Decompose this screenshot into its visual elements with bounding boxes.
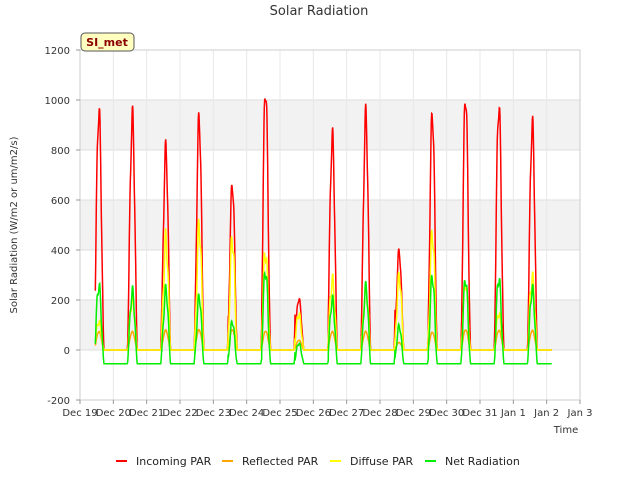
legend-label: Diffuse PAR xyxy=(350,455,414,468)
x-tick-label: Dec 23 xyxy=(196,408,231,419)
y-tick-label: 600 xyxy=(51,196,70,207)
site-label: SI_met xyxy=(86,36,128,49)
x-tick-label: Dec 20 xyxy=(96,408,131,419)
x-tick-label: Dec 25 xyxy=(262,408,297,419)
x-tick-label: Dec 30 xyxy=(429,408,464,419)
x-tick-label: Jan 1 xyxy=(500,408,526,419)
y-tick-label: -200 xyxy=(47,396,70,407)
legend: Incoming PAR Reflected PAR Diffuse PAR Net … xyxy=(116,455,520,468)
x-tick-label: Dec 29 xyxy=(396,408,431,419)
x-tick-label: Jan 3 xyxy=(567,408,593,419)
y-axis-title: Solar Radiation (W/m2 or um/m2/s) xyxy=(9,136,20,313)
x-axis-title: Time xyxy=(553,425,578,436)
y-tick-label: 800 xyxy=(51,146,70,157)
x-tick-label: Dec 26 xyxy=(296,408,331,419)
legend-label: Reflected PAR xyxy=(242,455,319,468)
y-tick-label: 200 xyxy=(51,296,70,307)
x-tick-label: Dec 22 xyxy=(162,408,197,419)
grid-band xyxy=(80,250,580,300)
y-tick-label: 0 xyxy=(64,346,70,357)
y-axis-ticks: -200 0 200 400 600 800 1000 1200 xyxy=(45,46,80,407)
y-tick-label: 1200 xyxy=(45,46,70,57)
x-tick-label: Dec 28 xyxy=(362,408,397,419)
site-badge: SI_met xyxy=(80,32,135,52)
x-tick-label: Dec 19 xyxy=(62,408,97,419)
legend-label: Net Radiation xyxy=(445,455,520,468)
x-tick-label: Dec 27 xyxy=(329,408,364,419)
x-tick-label: Dec 24 xyxy=(229,408,264,419)
chart-title: Solar Radiation xyxy=(270,4,369,19)
legend-label: Incoming PAR xyxy=(136,455,212,468)
grid-band xyxy=(80,100,580,150)
solar-radiation-chart: Solar Radiation -200 0 200 400 600 800 1000 120… xyxy=(9,4,592,468)
x-tick-label: Dec 31 xyxy=(462,408,497,419)
grid-band xyxy=(80,350,580,400)
grid-band xyxy=(80,50,580,100)
y-tick-label: 400 xyxy=(51,246,70,257)
y-tick-label: 1000 xyxy=(45,96,70,107)
x-tick-label: Dec 21 xyxy=(129,408,164,419)
x-tick-label: Jan 2 xyxy=(533,408,559,419)
x-axis-ticks: Dec 19Dec 20Dec 21Dec 22Dec 23Dec 24Dec … xyxy=(62,400,592,419)
